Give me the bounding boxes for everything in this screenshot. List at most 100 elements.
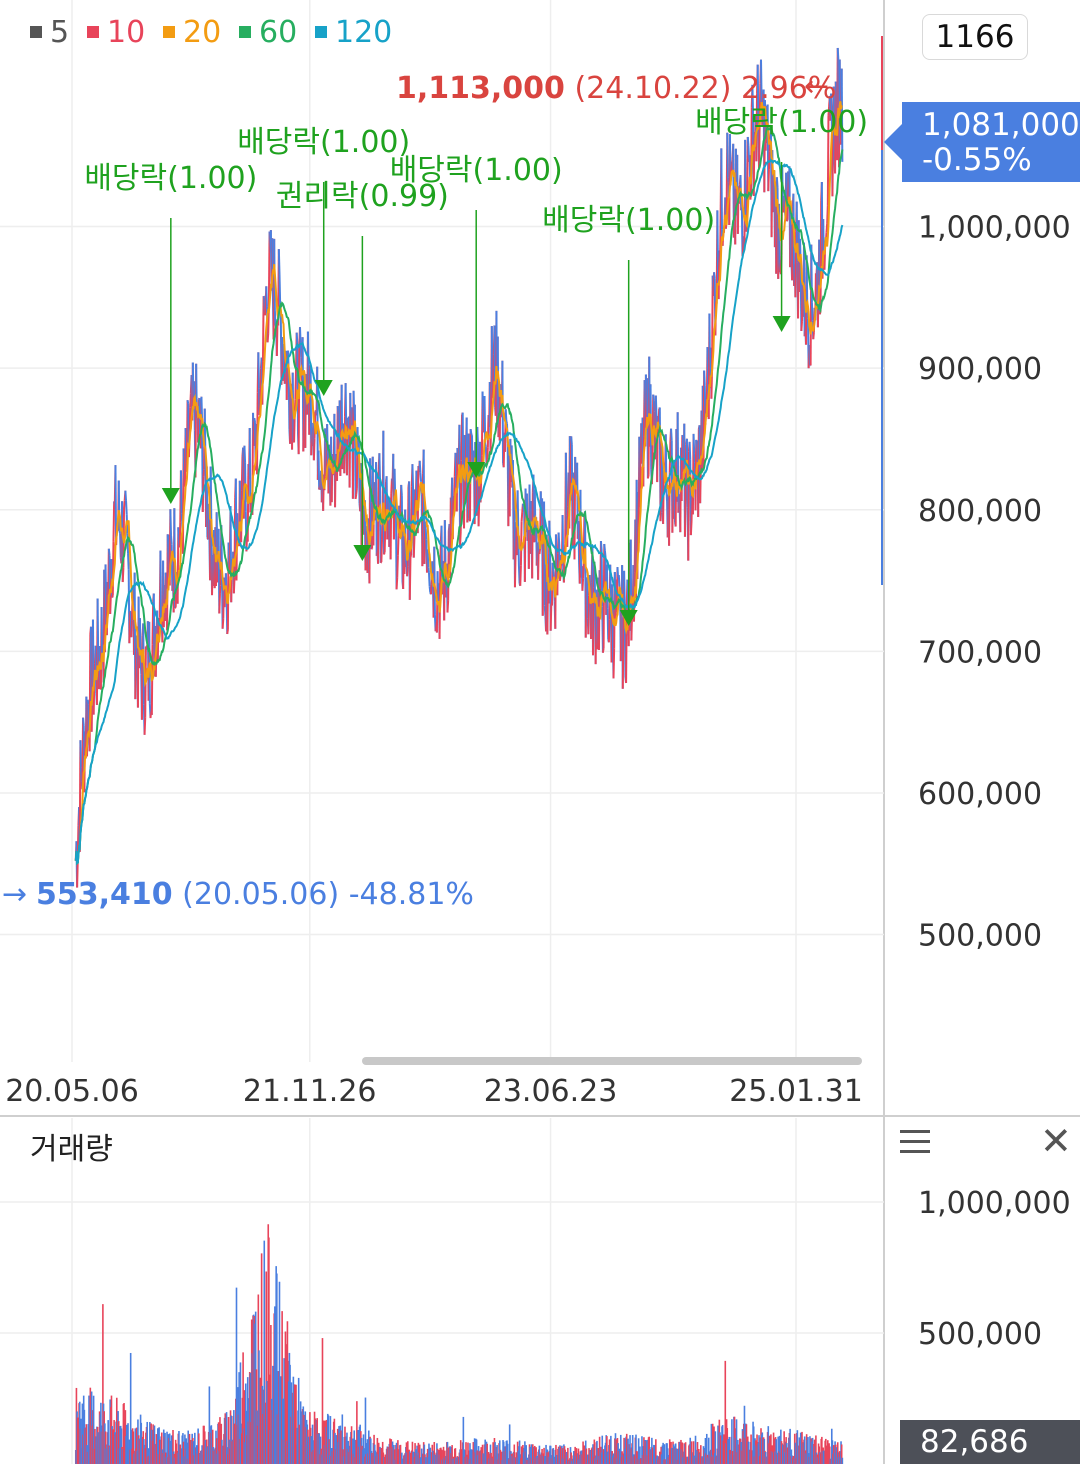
price-segment-up [407,567,408,577]
price-segment-up [669,472,670,546]
ma-legend-swatch [30,26,42,38]
price-segment-up [648,475,649,479]
price-segment-up [532,492,533,578]
price-segment-down [98,599,99,665]
price-segment-down [553,563,554,571]
price-segment-down [428,567,429,572]
price-segment-up [110,595,111,614]
price-segment-up [787,220,788,221]
price-segment-down [166,573,167,580]
price-segment-up [560,575,561,581]
price-segment-down [728,177,729,182]
price-segment-up [597,633,598,649]
count-badge[interactable]: 1166 [922,14,1028,60]
price-segment-up [398,536,399,556]
date-tick-label: 25.01.31 [729,1074,863,1109]
ma-legend-swatch [239,26,251,38]
price-segment-down [425,522,426,529]
price-segment-up [582,578,583,590]
price-segment-down [566,453,567,516]
price-segment-up [295,370,296,400]
price-segment-up [551,602,552,630]
price-segment-down [319,451,320,490]
price-segment-down [573,473,574,479]
price-segment-up [414,538,415,558]
price-segment-up [113,501,114,541]
current-volume-badge: 82,686 [900,1420,1080,1464]
price-segment-up [299,347,300,454]
price-segment-up [609,620,610,643]
price-segment-down [434,547,435,615]
price-segment-down [383,431,384,555]
price-segment-up [294,415,295,442]
price-segment-down [694,434,695,453]
price-segment-down [714,272,715,278]
price-segment-up [621,626,622,661]
price-tick-label: 800,000 [918,494,1042,529]
event-label: 배당락(1.00) [237,125,410,160]
price-segment-up [220,585,221,593]
price-segment-down [777,177,778,187]
price-segment-up [685,492,686,536]
current-price-badge: 1,081,000 -0.55% [902,102,1080,182]
current-volume: 82,686 [920,1424,1028,1460]
ma-legend-swatch [87,26,99,38]
price-segment-up [826,224,827,233]
price-segment-down [258,352,259,388]
price-segment-up [223,619,224,629]
menu-icon[interactable] [900,1128,930,1152]
price-segment-down [477,427,478,444]
price-segment-down [181,470,182,513]
price-segment-down [531,501,532,522]
price-segment-down [420,461,421,473]
price-segment-up [522,513,523,522]
price-segment-up [203,470,204,477]
close-icon[interactable]: ✕ [1040,1122,1072,1160]
price-tick-label: 500,000 [918,919,1042,954]
price-segment-up [768,170,769,191]
price-segment-down [300,327,301,345]
price-segment-down [128,553,129,570]
price-segment-down [374,482,375,492]
price-segment-up [623,632,624,689]
price-segment-up [135,659,136,699]
price-segment-up [384,552,385,554]
price-segment-up [603,648,604,653]
price-segment-up [263,296,264,361]
price-segment-down [671,429,672,441]
price-segment-down [429,572,430,586]
price-segment-down [119,531,120,534]
price-segment-up [397,556,398,578]
event-label: 배당락(1.00) [542,203,715,238]
price-segment-up [227,629,228,634]
price-segment-down [170,509,171,535]
price-segment-up [234,577,235,593]
price-segment-down [604,544,605,551]
price-segment-down [83,718,84,726]
price-segment-down [240,481,241,510]
current-change: -0.55% [922,143,1080,178]
price-segment-down [279,274,280,304]
volume-title: 거래량 [30,1124,113,1168]
price-segment-down [654,400,655,411]
price-segment-up [397,578,398,590]
price-segment-down [607,565,608,608]
price-segment-up [795,231,796,297]
price-segment-up [467,508,468,522]
price-chart-svg[interactable]: 1,000,000900,000800,000700,000600,000500… [0,0,1080,1464]
max-price-value: 1,113,000 [396,71,565,106]
price-segment-down [217,512,218,554]
price-segment-up [539,549,540,554]
price-segment-down [549,521,550,546]
price-segment-up [691,520,692,535]
price-segment-up [431,585,432,595]
price-segment-down [244,446,245,463]
price-segment-down [420,472,421,481]
price-segment-down [80,740,81,768]
price-segment-up [586,590,587,638]
price-segment-up [588,595,589,634]
ma-legend-label: 5 [50,15,69,50]
price-segment-down [553,571,554,577]
horizontal-scrollbar[interactable] [362,1057,862,1065]
price-segment-down [717,210,718,274]
